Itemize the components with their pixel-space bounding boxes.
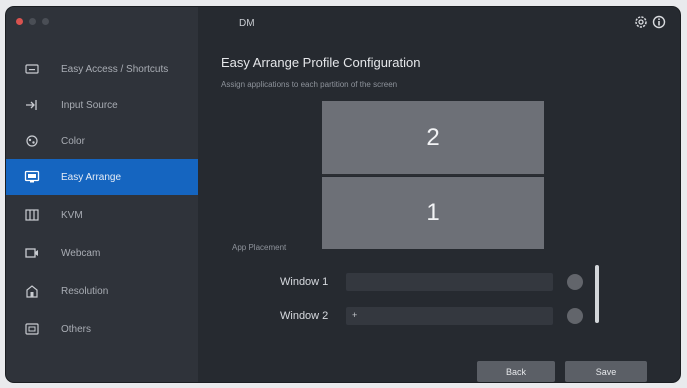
- sidebar-item-label: Input Source: [61, 99, 118, 111]
- sidebar-item-webcam[interactable]: Webcam: [6, 235, 198, 271]
- minimize-window-button[interactable]: [29, 18, 36, 25]
- partition-number: 2: [426, 123, 440, 151]
- window-label: Window 2: [280, 310, 329, 322]
- window-title: DM: [239, 18, 255, 29]
- sidebar-item-label: Webcam: [61, 247, 101, 259]
- partition-1[interactable]: 1: [322, 177, 544, 249]
- info-icon[interactable]: [652, 15, 666, 29]
- back-button[interactable]: Back: [477, 361, 555, 382]
- window-label: Window 1: [280, 276, 329, 288]
- kvm-icon: [23, 206, 41, 224]
- section-label: App Placement: [232, 243, 287, 252]
- window-status-indicator[interactable]: [567, 308, 583, 324]
- webcam-icon: [23, 244, 41, 262]
- window-app-select[interactable]: [346, 273, 553, 291]
- gear-icon[interactable]: [634, 15, 648, 29]
- partition-2[interactable]: 2: [322, 101, 544, 176]
- sidebar-item-easy-arrange[interactable]: Easy Arrange: [6, 159, 198, 195]
- sidebar-item-label: Others: [61, 323, 92, 335]
- save-button[interactable]: Save: [565, 361, 647, 382]
- page-title: Easy Arrange Profile Configuration: [221, 55, 421, 70]
- app-window: Easy Access / Shortcuts Input Source Col…: [6, 7, 680, 382]
- sidebar-item-resolution[interactable]: Resolution: [6, 273, 198, 309]
- sidebar-item-input-source[interactable]: Input Source: [6, 87, 198, 123]
- resolution-icon: [23, 282, 41, 300]
- sidebar-item-label: KVM: [61, 209, 83, 221]
- sidebar-item-others[interactable]: Others: [6, 311, 198, 347]
- sidebar-item-color[interactable]: Color: [6, 123, 198, 159]
- sidebar-item-kvm[interactable]: KVM: [6, 197, 198, 233]
- window-status-indicator[interactable]: [567, 274, 583, 290]
- color-icon: [23, 132, 41, 150]
- partition-number: 1: [426, 199, 440, 226]
- easy-arrange-icon: [23, 168, 41, 186]
- sidebar-item-easy-access[interactable]: Easy Access / Shortcuts: [6, 51, 198, 87]
- scrollbar[interactable]: [595, 265, 599, 323]
- maximize-window-button[interactable]: [42, 18, 49, 25]
- sidebar-item-label: Easy Arrange: [61, 171, 122, 183]
- page-subtitle: Assign applications to each partition of…: [221, 80, 398, 89]
- close-window-button[interactable]: [16, 18, 23, 25]
- header-icons: [634, 15, 666, 29]
- keyboard-icon: [23, 60, 41, 78]
- input-source-icon: [23, 96, 41, 114]
- sidebar-item-label: Color: [61, 135, 85, 147]
- sidebar-item-label: Resolution: [61, 285, 109, 297]
- sidebar-item-label: Easy Access / Shortcuts: [61, 63, 169, 75]
- others-icon: [23, 320, 41, 338]
- sidebar: Easy Access / Shortcuts Input Source Col…: [6, 7, 198, 382]
- window-controls: [16, 18, 49, 25]
- window-app-select[interactable]: +: [346, 307, 553, 325]
